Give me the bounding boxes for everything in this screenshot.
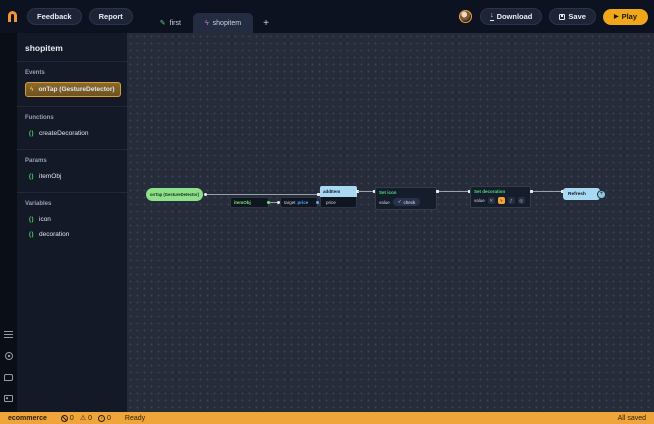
parentheses-icon: () (29, 174, 34, 180)
link-icon[interactable]: ◎ (518, 197, 525, 204)
target-label: target (284, 200, 296, 205)
sidebar-item-label: createDecoration (39, 130, 89, 137)
section-events: Events ϟ onTap (GestureDetector) (17, 61, 127, 106)
port-getprop-out[interactable] (316, 201, 319, 204)
save-icon (559, 14, 565, 20)
node-ontap-event[interactable]: onTap (GestureDetector) (146, 188, 203, 201)
new-tab-button[interactable]: + (253, 13, 279, 33)
node-itemobj[interactable]: itemObj (230, 197, 269, 208)
section-label: Variables (25, 201, 121, 207)
page-title: shopitem (17, 41, 127, 61)
tab-label: shopitem (213, 20, 241, 27)
status-bar: ecommerce 0 ⚠ 0 i 0 Ready All saved (0, 412, 654, 424)
node-set-decoration[interactable]: Set decoration value ✕ ϟ ƒ ◎ (470, 186, 531, 208)
connection-seticon-setdecoration (439, 191, 469, 192)
play-button[interactable]: ▶ Play (603, 9, 648, 25)
sidebar-item-label: icon (39, 216, 51, 223)
check-icon: ✓ (398, 199, 402, 205)
image-icon[interactable] (4, 395, 13, 402)
connection-additem-seticon (358, 191, 374, 192)
app-logo-icon[interactable] (8, 11, 17, 22)
warning-count: 0 (88, 415, 92, 422)
parentheses-icon: () (29, 217, 34, 223)
node-header: Set decoration (471, 187, 530, 195)
info-count: 0 (107, 415, 111, 422)
section-label: Params (25, 158, 121, 164)
clear-icon[interactable]: ✕ (488, 197, 495, 204)
add-connection-button[interactable]: + (597, 190, 606, 199)
section-label: Events (25, 70, 121, 76)
chat-icon[interactable] (4, 374, 13, 381)
warning-icon: ⚠ (80, 415, 86, 422)
saved-status: All saved (618, 415, 646, 422)
info-counter[interactable]: i 0 (98, 415, 111, 422)
value-text: check (404, 200, 416, 205)
sidebar-item-icon[interactable]: () icon (25, 213, 121, 226)
left-rail (0, 33, 17, 412)
ready-status: Ready (125, 415, 145, 422)
node-additem[interactable]: addItem price (320, 186, 357, 208)
lightning-icon[interactable]: ϟ (498, 197, 505, 204)
menu-icon[interactable] (4, 331, 13, 338)
section-label: Functions (25, 115, 121, 121)
node-value-row: value ✓ check (376, 196, 436, 209)
property-label: price (298, 200, 309, 205)
gear-icon[interactable] (5, 352, 13, 360)
avatar[interactable] (459, 10, 472, 23)
pencil-icon: ✎ (160, 19, 166, 27)
tab-first[interactable]: ✎ first (148, 13, 193, 33)
parentheses-icon: () (29, 232, 34, 238)
function-icon[interactable]: ƒ (508, 197, 515, 204)
save-label: Save (568, 12, 586, 21)
connection-ontap-additem (207, 194, 317, 195)
value-label: value (379, 200, 390, 205)
tab-label: first (170, 20, 181, 27)
node-header: Set icon (376, 188, 436, 196)
sidebar-item-decoration[interactable]: () decoration (25, 228, 121, 241)
value-dropdown[interactable]: ✓ check (393, 198, 421, 206)
sidebar-item-createdecoration[interactable]: () createDecoration (25, 127, 121, 140)
save-button[interactable]: Save (549, 8, 596, 25)
error-icon (61, 415, 68, 422)
error-count: 0 (70, 415, 74, 422)
section-params: Params () itemObj (17, 149, 127, 192)
section-functions: Functions () createDecoration (17, 106, 127, 149)
lightning-icon: ϟ (205, 20, 209, 27)
download-button[interactable]: ↓ Download (480, 8, 542, 25)
parentheses-icon: () (29, 131, 34, 137)
download-icon: ↓ (490, 13, 494, 21)
node-get-property[interactable]: target price (280, 197, 318, 208)
play-label: Play (622, 12, 637, 21)
node-canvas[interactable]: onTap (GestureDetector) itemObj target p… (127, 33, 654, 412)
main-area: shopitem Events ϟ onTap (GestureDetector… (0, 33, 654, 412)
node-input-row: price (320, 197, 357, 208)
sidebar-item-ontap[interactable]: ϟ onTap (GestureDetector) (25, 82, 121, 97)
error-counter[interactable]: 0 (61, 415, 74, 422)
download-label: Download (497, 12, 533, 21)
node-set-icon[interactable]: Set icon value ✓ check (375, 187, 437, 210)
sidebar-item-itemobj[interactable]: () itemObj (25, 170, 121, 183)
lightning-icon: ϟ (30, 86, 33, 93)
tab-shopitem[interactable]: ϟ shopitem (193, 13, 253, 33)
sidebar-item-label: onTap (GestureDetector) (38, 86, 114, 93)
tab-bar: ✎ first ϟ shopitem + (148, 13, 279, 33)
section-variables: Variables () icon () decoration (17, 192, 127, 250)
value-label: value (474, 198, 485, 203)
feedback-button[interactable]: Feedback (27, 8, 82, 25)
node-value-row: value ✕ ϟ ƒ ◎ (471, 195, 530, 207)
node-header: addItem (320, 186, 357, 197)
sidebar: shopitem Events ϟ onTap (GestureDetector… (17, 33, 127, 412)
sidebar-item-label: itemObj (39, 173, 61, 180)
sidebar-item-label: decoration (39, 231, 69, 238)
play-icon: ▶ (614, 13, 619, 20)
project-name: ecommerce (8, 415, 47, 422)
info-icon: i (98, 415, 105, 422)
warning-counter[interactable]: ⚠ 0 (80, 415, 92, 422)
node-refresh[interactable]: Refresh (563, 188, 600, 200)
report-button[interactable]: Report (89, 8, 133, 25)
topbar: Feedback Report ✎ first ϟ shopitem + ↓ D… (0, 0, 654, 33)
connection-setdecoration-refresh (533, 191, 562, 192)
